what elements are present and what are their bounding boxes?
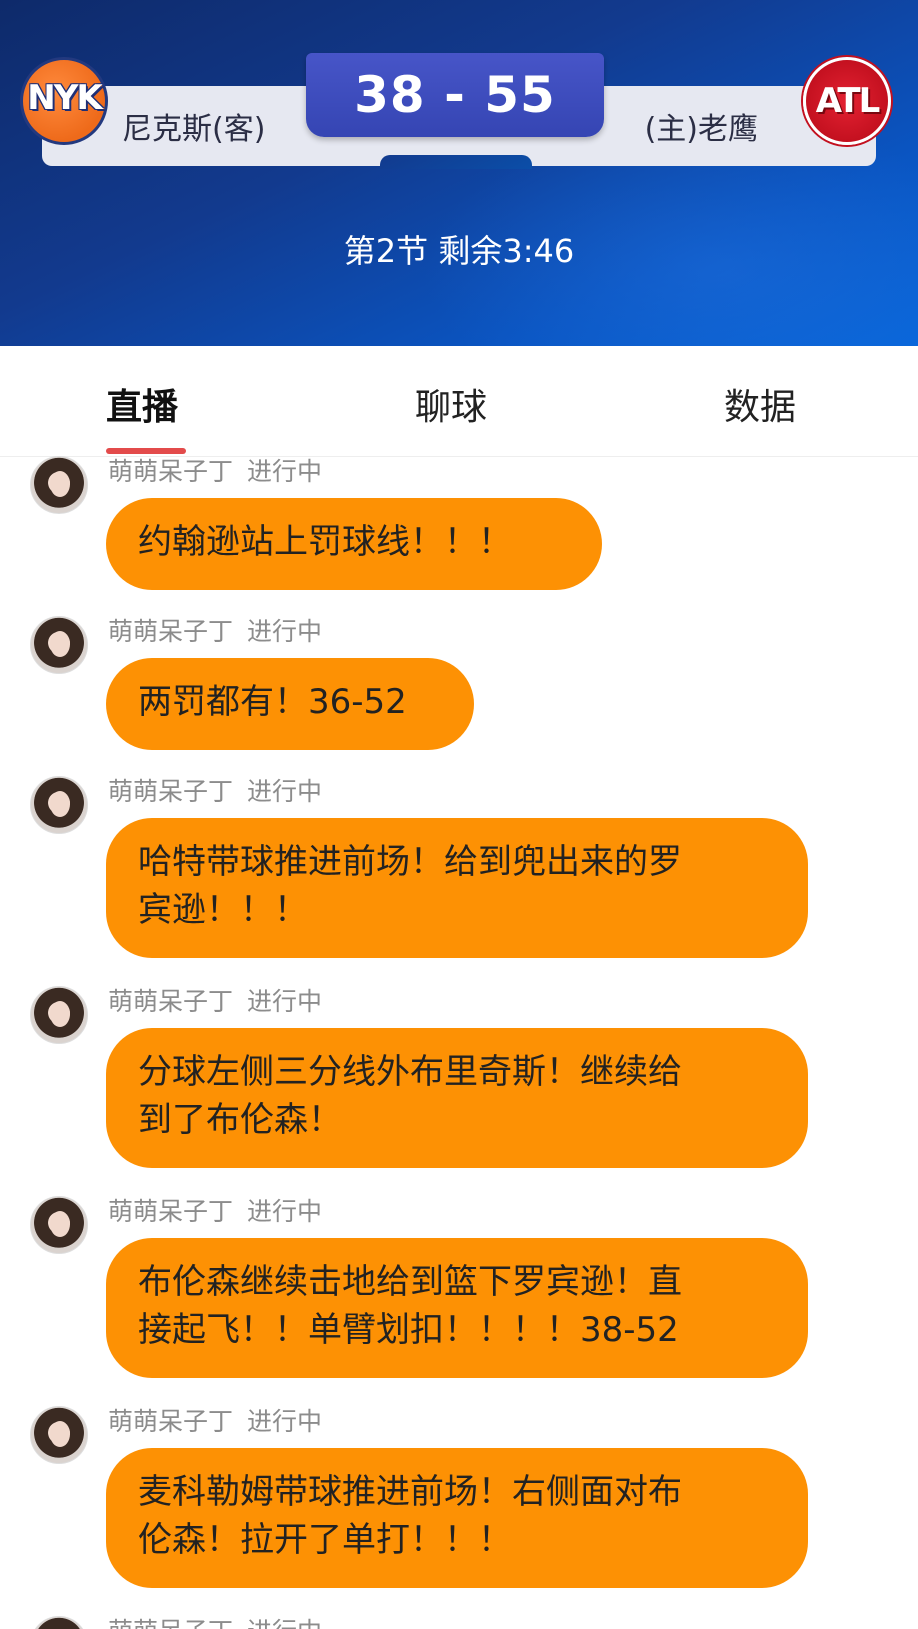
commentary-line: 接起飞！！单臂划扣！！！！38-52 <box>138 1310 679 1350</box>
avatar[interactable] <box>30 616 88 674</box>
author-name: 萌萌呆子丁 <box>108 457 234 486</box>
commentary-line: 到了布伦森！ <box>138 1100 342 1140</box>
post-meta: 萌萌呆子丁进行中 <box>108 772 322 808</box>
commentary-text: 两罚都有！36-52 <box>138 682 407 722</box>
live-status: 进行中 <box>247 777 323 806</box>
tab-bar: 直播 聊球 数据 <box>0 346 918 457</box>
author-name: 萌萌呆子丁 <box>108 777 234 806</box>
post-meta: 萌萌呆子丁 进行中 <box>108 1612 322 1629</box>
author-name: 萌萌呆子丁 <box>108 1407 234 1436</box>
commentary-line: 布伦森继续击地给到篮下罗宾逊！直 <box>138 1262 682 1302</box>
home-team-logo[interactable]: ATL <box>803 57 891 145</box>
commentary-line: 麦科勒姆带球推进前场！右侧面对布 <box>138 1472 682 1512</box>
commentary-bubble: 约翰逊站上罚球线！！！ <box>106 498 602 590</box>
home-team-name: (主)老鹰 <box>644 112 758 147</box>
commentary-bubble: 布伦森继续击地给到篮下罗宾逊！直 接起飞！！单臂划扣！！！！38-52 <box>106 1238 808 1378</box>
away-team-logo[interactable]: NYK <box>20 57 108 145</box>
author-name: 萌萌呆子丁 <box>108 617 234 646</box>
author-name: 萌萌呆子丁 <box>108 1197 234 1226</box>
home-logo-text: ATL <box>815 81 881 121</box>
commentary-text: 约翰逊站上罚球线！！！ <box>138 522 512 562</box>
commentary-line: 伦森！拉开了单打！！！ <box>138 1520 512 1560</box>
post-meta: 萌萌呆子丁进行中 <box>108 982 322 1018</box>
away-team-name: 尼克斯(客) <box>122 112 266 147</box>
post-meta: 萌萌呆子丁进行中 <box>108 1402 322 1438</box>
live-status: 进行中 <box>247 1407 323 1436</box>
score-display: 38 - 55 <box>306 53 604 137</box>
commentary-bubble: 分球左侧三分线外布里奇斯！继续给 到了布伦森！ <box>106 1028 808 1168</box>
live-status: 进行中 <box>247 987 323 1016</box>
tab-stats[interactable]: 数据 <box>724 378 796 430</box>
live-status: 进行中 <box>247 457 323 486</box>
score-bar-notch <box>380 155 532 169</box>
commentary-bubble: 两罚都有！36-52 <box>106 658 474 750</box>
avatar[interactable] <box>30 1616 88 1629</box>
avatar[interactable] <box>30 1406 88 1464</box>
tab-live[interactable]: 直播 <box>106 378 178 430</box>
tab-chat[interactable]: 聊球 <box>415 378 487 430</box>
post-meta: 萌萌呆子丁进行中 <box>108 1192 322 1228</box>
period-clock: 第2节 剩余3:46 <box>343 232 575 270</box>
commentary-line: 哈特带球推进前场！给到兜出来的罗 <box>138 842 682 882</box>
scoreboard-header: NYK 尼克斯(客) 38 - 55 (主)老鹰 ATL 第2节 剩余3:46 <box>0 0 918 346</box>
avatar[interactable] <box>30 776 88 834</box>
avatar[interactable] <box>30 1196 88 1254</box>
author-name: 萌萌呆子丁 <box>108 987 234 1016</box>
live-feed[interactable]: 萌萌呆子丁 进行中 约翰逊站上罚球线！！！ 萌萌呆子丁 进行中 两罚都有！36-52… <box>0 456 918 1629</box>
commentary-bubble: 哈特带球推进前场！给到兜出来的罗 宾逊！！！ <box>106 818 808 958</box>
author-name: 萌萌呆子丁 <box>108 1617 233 1629</box>
live-status: 进行中 <box>247 1617 322 1629</box>
commentary-bubble: 麦科勒姆带球推进前场！右侧面对布 伦森！拉开了单打！！！ <box>106 1448 808 1588</box>
active-tab-indicator <box>106 448 186 454</box>
live-status: 进行中 <box>247 617 323 646</box>
avatar[interactable] <box>30 986 88 1044</box>
post-meta: 萌萌呆子丁进行中 <box>108 456 322 488</box>
away-logo-text: NYK <box>27 78 102 118</box>
live-status: 进行中 <box>247 1197 323 1226</box>
post-meta: 萌萌呆子丁进行中 <box>108 612 322 648</box>
commentary-line: 分球左侧三分线外布里奇斯！继续给 <box>138 1052 682 1092</box>
score-text: 38 - 55 <box>354 66 556 124</box>
avatar[interactable] <box>30 456 88 514</box>
commentary-line: 宾逊！！！ <box>138 890 308 930</box>
